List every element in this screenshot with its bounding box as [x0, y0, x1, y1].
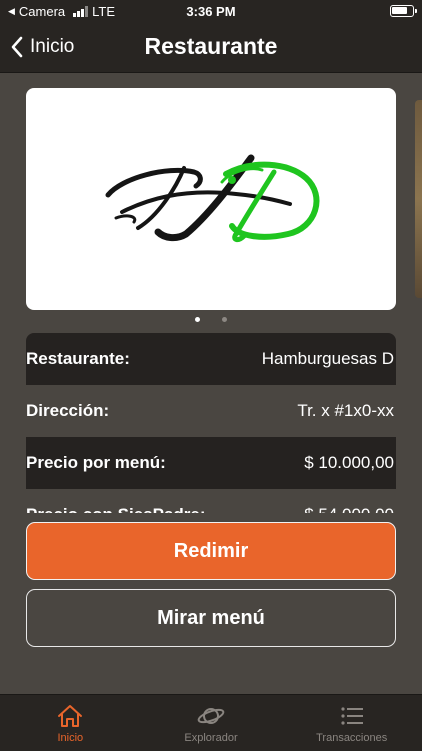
- next-slide-peek: [415, 100, 422, 298]
- carousel-dot[interactable]: [222, 317, 227, 322]
- info-row: Precio con SiesPadre: $ 54.000,00: [26, 489, 396, 513]
- battery-icon: [390, 5, 417, 17]
- info-value: $ 10.000,00: [304, 453, 394, 472]
- info-label: Dirección:: [26, 401, 110, 420]
- list-icon: [341, 707, 363, 725]
- restaurant-logo: [105, 154, 320, 243]
- info-row: Dirección: Tr. x #1x0-xx: [26, 385, 396, 437]
- info-value: Hamburguesas D: [261, 349, 394, 368]
- tab-transacciones[interactable]: Transacciones: [281, 695, 422, 751]
- tab-transacciones-label: Transacciones: [316, 732, 388, 744]
- info-label: Restaurante:: [26, 349, 130, 368]
- tab-explorador-label: Explorador: [184, 732, 238, 744]
- carousel-page-indicator[interactable]: [0, 317, 422, 322]
- tab-explorador[interactable]: Explorador: [141, 695, 282, 751]
- status-bar: ◀ Camera LTE 3:36 PM: [0, 0, 422, 24]
- page-title: Restaurante: [144, 33, 278, 59]
- redeem-button[interactable]: Redimir: [26, 522, 396, 580]
- status-time: 3:36 PM: [186, 4, 236, 19]
- restaurant-image-carousel[interactable]: [26, 88, 396, 310]
- planet-icon: [197, 708, 225, 724]
- home-icon: [58, 705, 83, 727]
- tab-bar: Inicio Explorador Transacciones: [0, 694, 422, 751]
- info-row: Restaurante: Hamburguesas D: [26, 333, 396, 385]
- tab-inicio[interactable]: Inicio: [0, 695, 141, 751]
- restaurant-info-table: Restaurante: Hamburguesas D Dirección: Tr. …: [26, 333, 396, 513]
- info-label: Precio por menú:: [26, 453, 166, 472]
- view-menu-button[interactable]: Mirar menú: [26, 589, 396, 647]
- carousel-dot[interactable]: [195, 317, 200, 322]
- info-row: Precio por menú: $ 10.000,00: [26, 437, 396, 489]
- battery-fill: [392, 7, 407, 14]
- info-value: $ 54.000,00: [304, 505, 394, 513]
- tab-inicio-label: Inicio: [57, 732, 84, 744]
- navigation-bar: Inicio Restaurante: [0, 24, 422, 73]
- info-label: Precio con SiesPadre:: [26, 505, 206, 513]
- info-value: Tr. x #1x0-xx: [297, 401, 394, 420]
